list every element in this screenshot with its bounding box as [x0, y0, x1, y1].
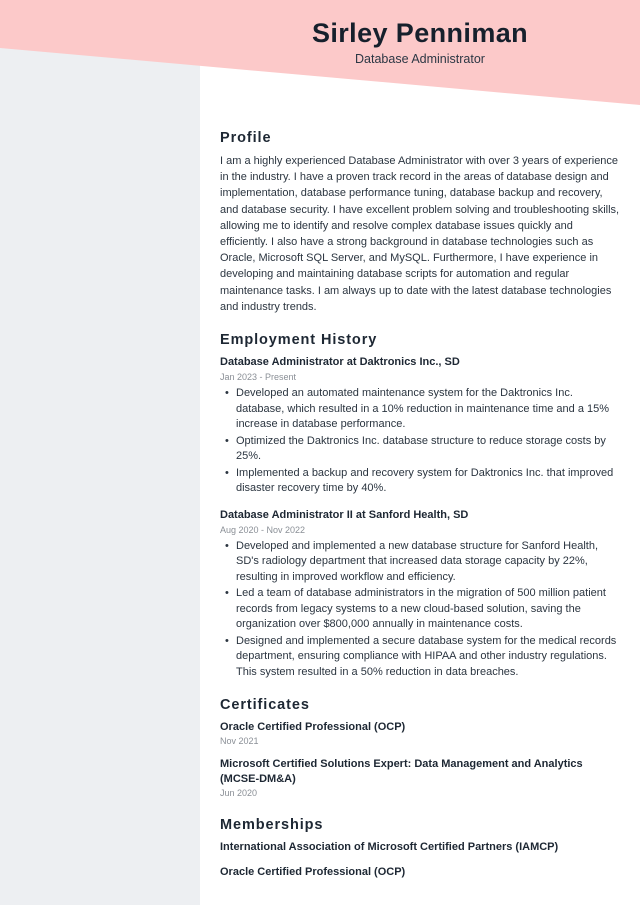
certificates-list: Oracle Certified Professional (OCP) Nov 2…	[220, 720, 620, 800]
main-content: Profile I am a highly experienced Databa…	[220, 130, 620, 897]
membership-item: International Association of Microsoft C…	[220, 841, 559, 854]
memberships-list: International Association of Microsoft C…	[220, 840, 620, 880]
certificate-entry: Microsoft Certified Solutions Expert: Da…	[220, 757, 620, 800]
certificates-section: Certificates Oracle Certified Profession…	[220, 697, 620, 800]
certificate-date: Jun 2020	[220, 788, 258, 799]
memberships-section: Memberships International Association of…	[220, 817, 620, 880]
sidebar	[0, 0, 200, 905]
job-entry-title: Database Administrator II at Sanford Hea…	[220, 508, 469, 521]
profile-heading: Profile	[220, 130, 272, 146]
certificates-heading: Certificates	[220, 697, 310, 714]
job-bullet: Implemented a backup and recovery system…	[220, 466, 620, 497]
job-entry-title: Database Administrator at Daktronics Inc…	[220, 356, 460, 369]
page-title: Sirley Penniman	[311, 18, 529, 48]
job-entry: Database Administrator II at Sanford Hea…	[220, 508, 620, 681]
jobs-list: Database Administrator at Daktronics Inc…	[220, 355, 620, 680]
certificate-date: Nov 2021	[220, 736, 259, 747]
employment-section: Employment History Database Administrato…	[220, 332, 620, 680]
job-title-subtitle: Database Administrator	[355, 52, 485, 66]
job-entry-date: Jan 2023 - Present	[220, 372, 297, 383]
job-entry-bullets: Developed an automated maintenance syste…	[220, 386, 620, 497]
membership-item: Oracle Certified Professional (OCP)	[220, 866, 406, 879]
job-entry-bullets: Developed and implemented a new database…	[220, 539, 620, 681]
job-entry-date: Aug 2020 - Nov 2022	[220, 524, 306, 535]
profile-section: Profile I am a highly experienced Databa…	[220, 130, 620, 315]
header-text-group: Sirley Penniman Database Administrator	[200, 16, 640, 68]
job-bullet: Designed and implemented a secure databa…	[220, 634, 620, 681]
job-bullet: Developed and implemented a new database…	[220, 539, 620, 586]
certificate-title: Microsoft Certified Solutions Expert: Da…	[220, 758, 583, 786]
resume-document: Sirley Penniman Database Administrator s…	[0, 0, 640, 905]
job-bullet: Optimized the Daktronics Inc. database s…	[220, 434, 620, 465]
certificate-title: Oracle Certified Professional (OCP)	[220, 721, 406, 734]
employment-heading: Employment History	[220, 332, 378, 349]
certificate-entry: Oracle Certified Professional (OCP) Nov 2…	[220, 720, 620, 748]
job-bullet: Developed an automated maintenance syste…	[220, 386, 620, 433]
memberships-heading: Memberships	[220, 817, 324, 834]
job-bullet: Led a team of database administrators in…	[220, 586, 620, 633]
profile-text: I am a highly experienced Database Admin…	[220, 155, 620, 313]
job-entry: Database Administrator at Daktronics Inc…	[220, 355, 620, 497]
